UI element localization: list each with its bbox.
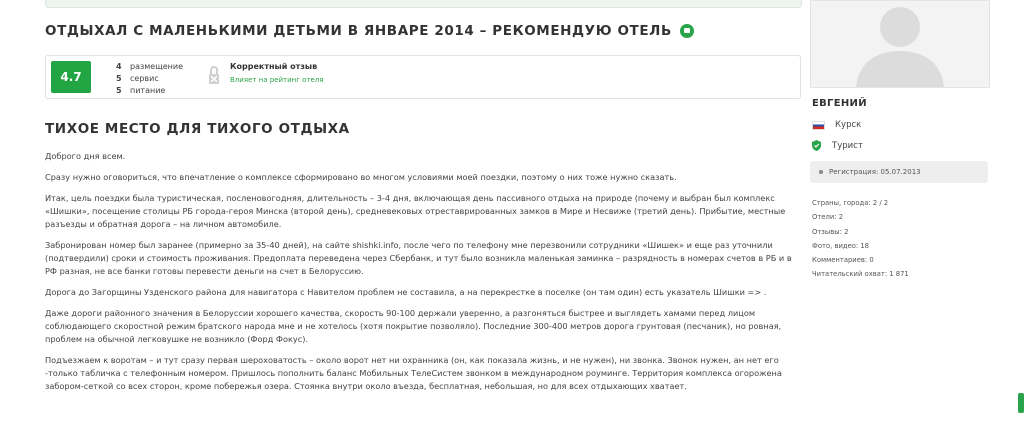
stat-countries: Страны, города: 2 / 2 bbox=[812, 199, 889, 207]
user-silhouette-icon bbox=[856, 7, 944, 87]
stat-reviews: Отзывы: 2 bbox=[812, 227, 849, 236]
overall-score: 4.7 bbox=[51, 61, 91, 93]
review-paragraph: Сразу нужно оговориться, что впечатление… bbox=[45, 172, 677, 182]
verified-review-label: Корректный отзыв bbox=[230, 62, 318, 71]
scrollbar[interactable] bbox=[1018, 393, 1024, 413]
bullet-icon bbox=[819, 170, 823, 174]
shield-icon bbox=[812, 140, 821, 151]
subrating-service: 5 сервис bbox=[116, 74, 159, 83]
stat-reach: Читательский охват: 1 871 bbox=[812, 270, 909, 279]
stat-photos: Фото, видео: 18 bbox=[812, 241, 870, 250]
registration-badge: Регистрация: 05.07.2013 bbox=[810, 161, 988, 183]
review-paragraph: Забронирован номер был заранее (примерно… bbox=[45, 240, 792, 276]
subrating-accommodation: 4 размещение bbox=[116, 62, 183, 71]
verified-review-icon bbox=[209, 66, 219, 84]
review-paragraph: Итак, цель поездки была туристическая, п… bbox=[45, 193, 786, 229]
review-paragraph: Даже дороги районного значения в Белорус… bbox=[45, 308, 782, 344]
review-body: Доброго дня всем. Сразу нужно оговоритьс… bbox=[45, 150, 797, 401]
rating-influence-link[interactable]: Влияет на рейтинг отеля bbox=[230, 76, 324, 84]
review-paragraph: Дорога до Загорщины Узденского района дл… bbox=[45, 287, 767, 297]
review-subtitle: ТИХОЕ МЕСТО ДЛЯ ТИХОГО ОТДЫХА bbox=[45, 121, 350, 137]
user-status: Турист bbox=[812, 140, 863, 151]
russia-flag-icon bbox=[812, 120, 825, 130]
stat-hotels: Отели: 2 bbox=[812, 213, 844, 222]
subratings: 4 размещение 5 сервис 5 питание bbox=[116, 61, 183, 97]
user-stats: Страны, города: 2 / 2 Отели: 2 Отзывы: 2… bbox=[812, 196, 909, 282]
rating-box: 4.7 4 размещение 5 сервис 5 питание Коррект… bbox=[45, 55, 801, 99]
review-paragraph: Подъезжаем к воротам – и тут сразу перва… bbox=[45, 355, 782, 391]
top-panel bbox=[45, 0, 802, 8]
subrating-food: 5 питание bbox=[116, 86, 166, 95]
review-paragraph: Доброго дня всем. bbox=[45, 151, 126, 161]
review-title: ОТДЫХАЛ С МАЛЕНЬКИМИ ДЕТЬМИ В ЯНВАРЕ 201… bbox=[45, 23, 694, 39]
user-name[interactable]: ЕВГЕНИЙ bbox=[812, 98, 867, 109]
thumbs-up-icon bbox=[679, 24, 694, 38]
user-city: Курск bbox=[812, 120, 861, 130]
avatar[interactable] bbox=[810, 0, 990, 88]
review-title-text: ОТДЫХАЛ С МАЛЕНЬКИМИ ДЕТЬМИ В ЯНВАРЕ 201… bbox=[45, 23, 672, 39]
stat-comments: Комментариев: 0 bbox=[812, 256, 874, 265]
